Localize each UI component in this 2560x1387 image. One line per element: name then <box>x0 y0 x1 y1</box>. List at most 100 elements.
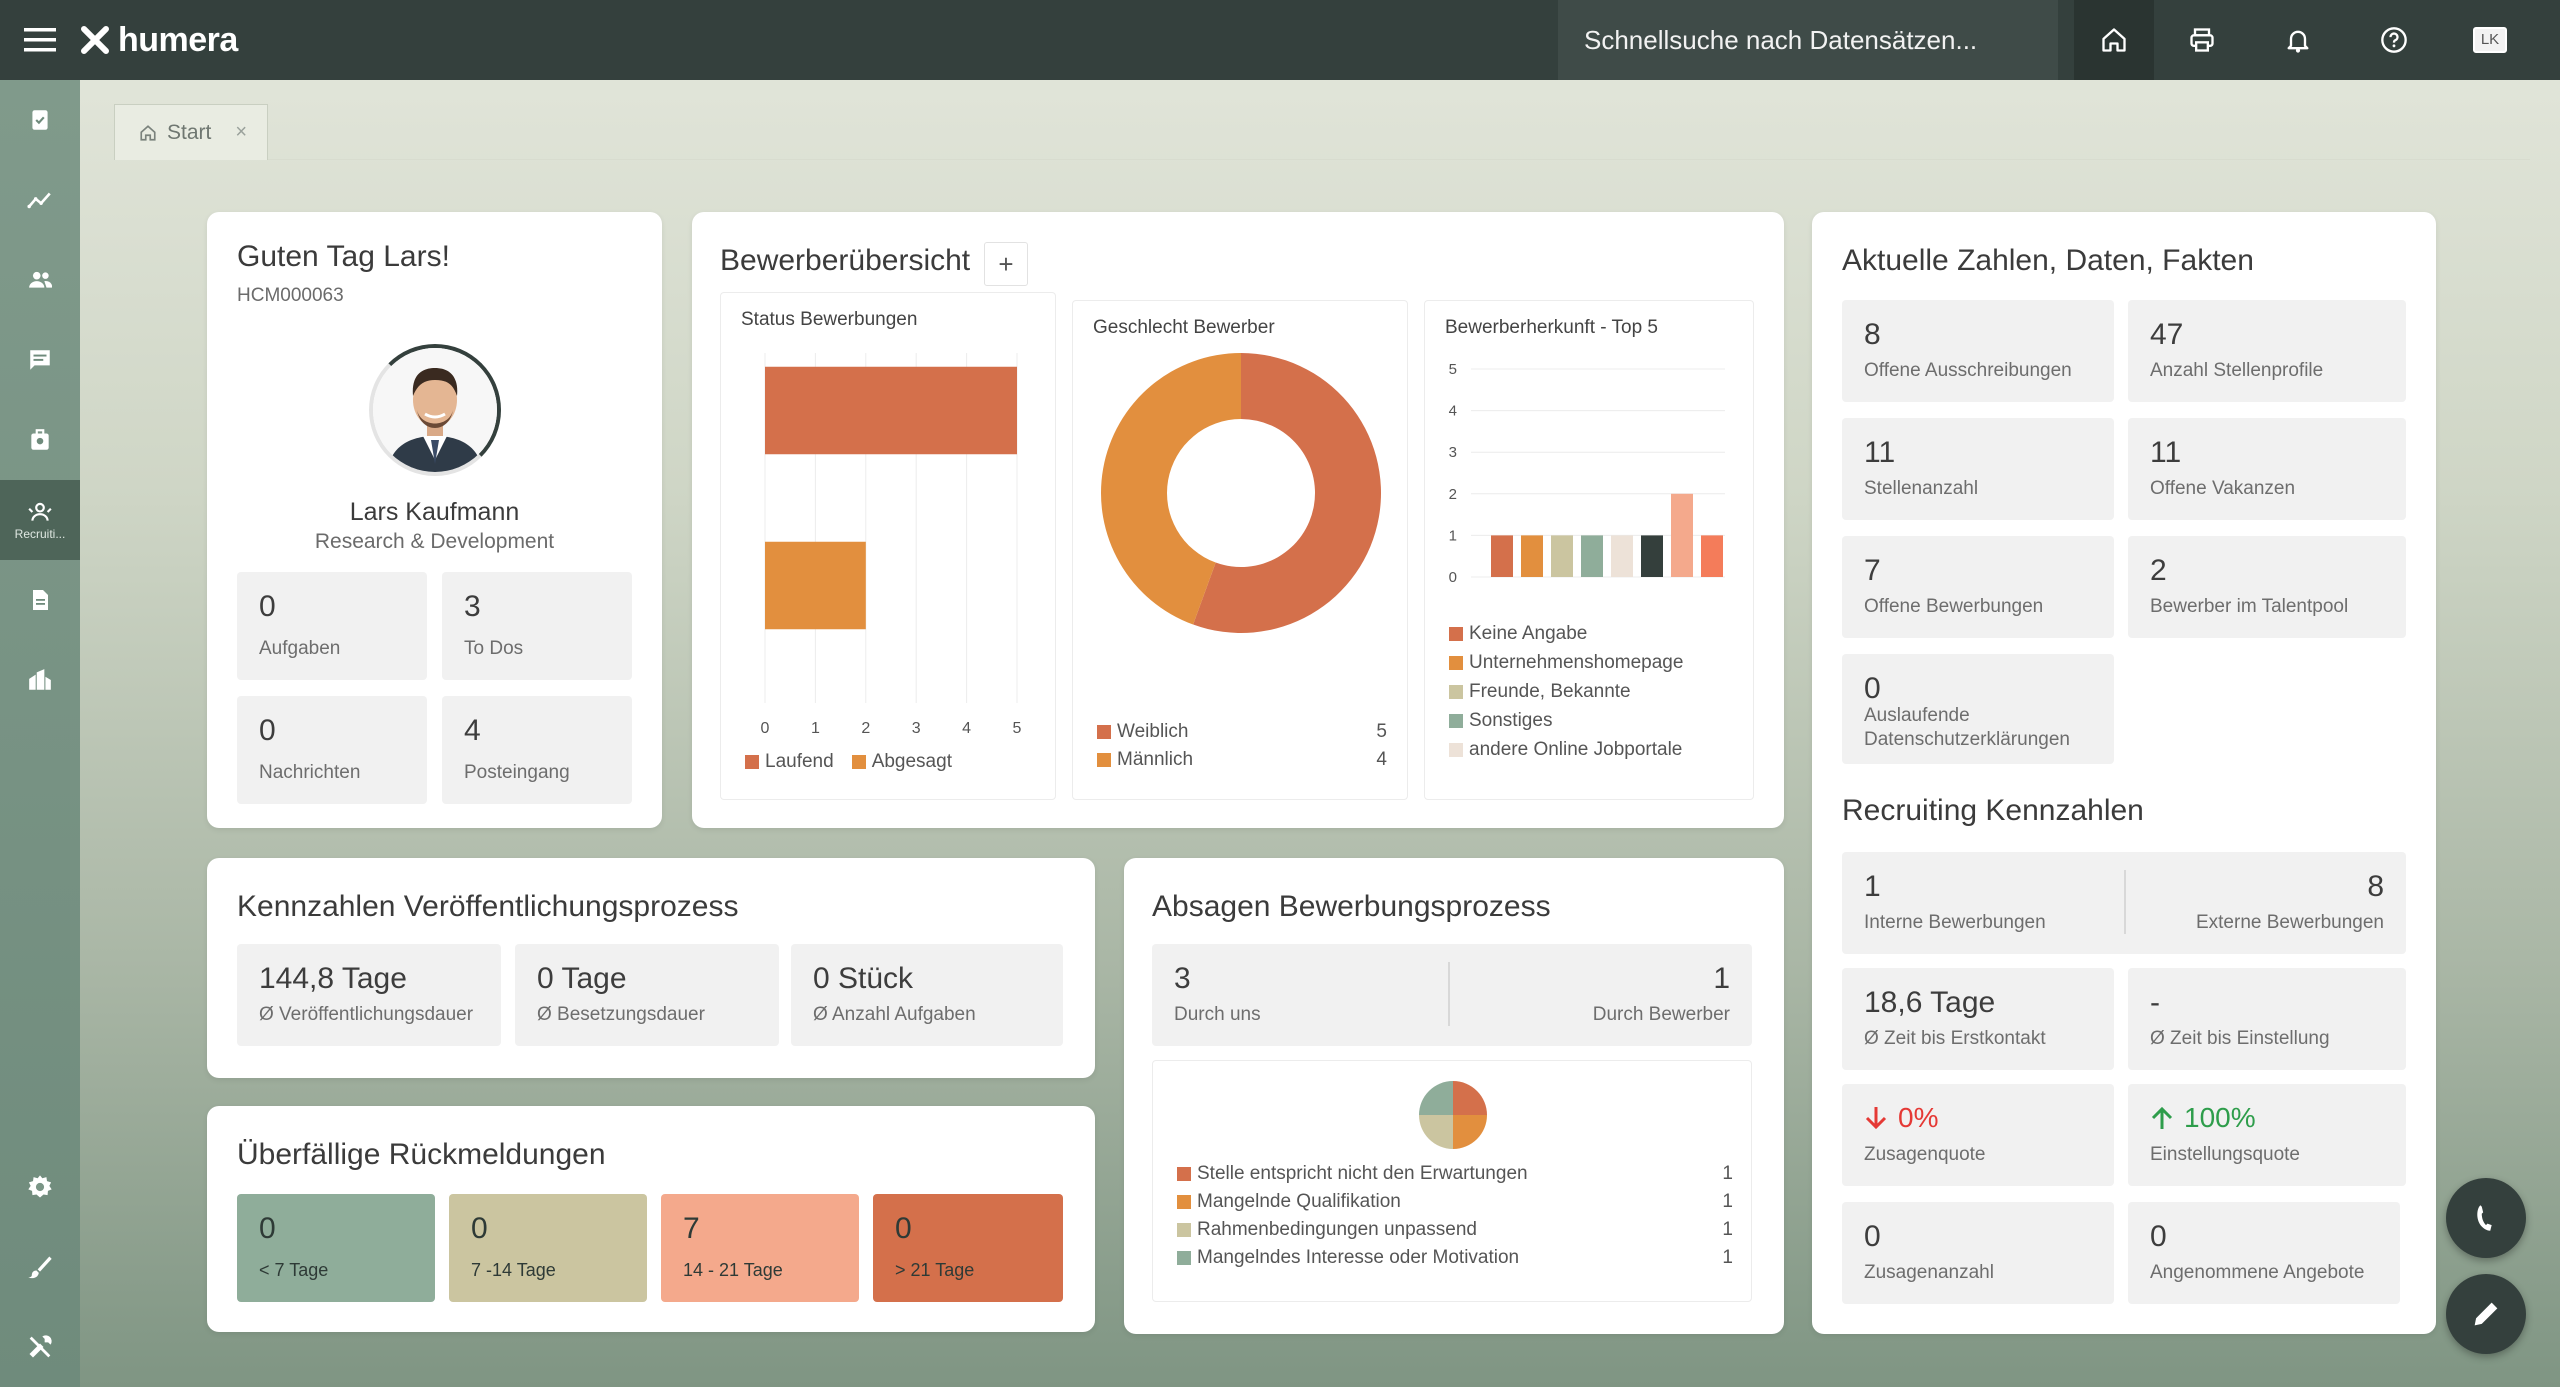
legend-label: Sonstiges <box>1469 710 1553 731</box>
logo-text: humera <box>118 20 238 59</box>
sidebar-item-messages[interactable] <box>0 320 80 400</box>
kpi-tile[interactable]: 144,8 Tage Ø Veröffentlichungsdauer <box>237 944 501 1046</box>
tile-label: Interne Bewerbungen <box>1864 912 2046 933</box>
fact-tile[interactable]: 2 Bewerber im Talentpool <box>2128 536 2406 638</box>
legend-item: Männlich 4 <box>1097 749 1387 771</box>
applications-split-tile[interactable]: 1 Interne Bewerbungen 8 Externe Bewerbun… <box>1842 852 2406 954</box>
logo[interactable]: humera <box>80 21 238 60</box>
tick-label: 3 <box>1449 444 1457 461</box>
pie-slice <box>1453 1081 1487 1115</box>
origin-bar-chart: 0 1 2 3 4 5 <box>1449 361 1725 586</box>
kpi-tile[interactable]: 0 Tage Ø Besetzungsdauer <box>515 944 779 1046</box>
legend-swatch <box>851 755 866 769</box>
add-button[interactable]: + <box>984 242 1028 286</box>
overdue-tile[interactable]: 7 14 - 21 Tage <box>661 1194 859 1302</box>
overdue-tile[interactable]: 0 < 7 Tage <box>237 1194 435 1302</box>
kpi-tile[interactable]: 0% Zusagenquote <box>1842 1084 2114 1186</box>
todos-tile[interactable]: 3 To Dos <box>442 572 632 680</box>
kpi-tile[interactable]: - Ø Zeit bis Einstellung <box>2128 968 2406 1070</box>
bell-icon[interactable] <box>2250 0 2346 80</box>
sidebar-item-organization[interactable] <box>0 640 80 720</box>
document-icon <box>33 590 48 610</box>
tile-label: > 21 Tage <box>895 1260 975 1280</box>
inbox-tile[interactable]: 4 Posteingang <box>442 696 632 804</box>
sidebar-item-jobs[interactable] <box>0 400 80 480</box>
tick-label: 3 <box>912 720 921 737</box>
legend-swatch <box>1449 714 1463 728</box>
tick-label: 5 <box>1013 720 1022 737</box>
messages-tile[interactable]: 0 Nachrichten <box>237 696 427 804</box>
briefcase-icon <box>31 429 49 450</box>
legend-item: Sonstiges <box>1449 710 1683 732</box>
user-avatar-button[interactable]: LK <box>2442 0 2538 80</box>
tile-value: 144,8 Tage <box>259 962 407 995</box>
greeting: Guten Tag Lars! <box>237 240 450 273</box>
fact-tile[interactable]: 7 Offene Bewerbungen <box>1842 536 2114 638</box>
sidebar-item-documents[interactable] <box>0 560 80 640</box>
print-icon[interactable] <box>2154 0 2250 80</box>
menu-icon[interactable] <box>0 0 80 80</box>
tick-label: 2 <box>1449 486 1457 503</box>
tile-value: 0 <box>2150 1220 2167 1253</box>
sidebar-item-settings[interactable] <box>0 1147 80 1227</box>
legend-count: 1 <box>1722 1163 1733 1184</box>
rejections-split-tile[interactable]: 3 Durch uns 1 Durch Bewerber <box>1152 944 1752 1046</box>
person-photo <box>373 348 497 472</box>
legend-label: Unternehmenshomepage <box>1469 652 1684 673</box>
fact-tile[interactable]: 0 Auslaufende Datenschutzerklärungen <box>1842 654 2114 764</box>
welcome-card: Guten Tag Lars! HCM000063 Lars Kaufmann … <box>207 212 662 828</box>
sidebar-item-tools[interactable] <box>0 1307 80 1387</box>
overdue-tile[interactable]: 0 7 -14 Tage <box>449 1194 647 1302</box>
legend-count: 1 <box>1722 1219 1733 1240</box>
overdue-tile[interactable]: 0 > 21 Tage <box>873 1194 1063 1302</box>
legend-label: Weiblich <box>1117 721 1189 742</box>
tile-value: 18,6 Tage <box>1864 986 1996 1019</box>
edit-icon <box>2474 1302 2498 1326</box>
legend-swatch <box>1177 1167 1191 1181</box>
kpi-tile[interactable]: 18,6 Tage Ø Zeit bis Erstkontakt <box>1842 968 2114 1070</box>
tab-start[interactable]: Start × <box>114 104 268 160</box>
user-name: Lars Kaufmann <box>349 498 520 526</box>
sidebar-item-people[interactable] <box>0 240 80 320</box>
help-icon[interactable] <box>2346 0 2442 80</box>
fact-tile[interactable]: 11 Stellenanzahl <box>1842 418 2114 520</box>
legend-count: 1 <box>1722 1191 1733 1212</box>
sidebar-item-design[interactable] <box>0 1227 80 1307</box>
tile-label: To Dos <box>464 638 524 659</box>
call-button[interactable] <box>2446 1178 2526 1258</box>
sidebar-item-tasks[interactable] <box>0 80 80 160</box>
tile-value: 47 <box>2150 318 2184 351</box>
fact-tile[interactable]: 8 Offene Ausschreibungen <box>1842 300 2114 402</box>
legend-item: Unternehmenshomepage <box>1449 652 1683 674</box>
bar <box>1701 535 1723 577</box>
close-tab-icon[interactable]: × <box>235 121 247 144</box>
tile-label: Anzahl Stellenprofile <box>2150 360 2324 381</box>
kpi-tile[interactable]: 0 Zusagenanzahl <box>1842 1202 2114 1304</box>
tile-label: Angenommene Angebote <box>2150 1262 2365 1283</box>
tile-label: Bewerber im Talentpool <box>2150 596 2349 617</box>
tick-label: 0 <box>761 720 770 737</box>
status-chart-box: Status Bewerbungen 0 1 2 3 4 5 Laufend Abgesa… <box>720 292 1056 800</box>
kpi-tile[interactable]: 0 Angenommene Angebote <box>2128 1202 2400 1304</box>
edit-button[interactable] <box>2446 1274 2526 1354</box>
divider <box>2124 870 2126 934</box>
avatar[interactable] <box>369 344 501 476</box>
fact-tile[interactable]: 11 Offene Vakanzen <box>2128 418 2406 520</box>
home-icon[interactable] <box>2074 0 2154 80</box>
publishing-kpi-card: Kennzahlen Veröffentlichungsprozess 144,… <box>207 858 1095 1078</box>
tick-label: 2 <box>861 720 870 737</box>
tile-label: Offene Bewerbungen <box>1864 596 2044 617</box>
kpi-tile[interactable]: 100% Einstellungsquote <box>2128 1084 2406 1186</box>
arrow-down-icon <box>1865 1107 1887 1130</box>
sidebar-item-recruiting[interactable]: Recruiti... <box>0 480 80 560</box>
quick-search-input[interactable]: Schnellsuche nach Datensätzen... <box>1558 0 2058 80</box>
legend-item: Laufend Abgesagt <box>745 751 952 773</box>
kpi-tile[interactable]: 0 Stück Ø Anzahl Aufgaben <box>791 944 1063 1046</box>
tile-value: 0 <box>259 1212 276 1245</box>
home-icon <box>140 124 156 141</box>
tile-value: 1 <box>1864 870 1881 903</box>
fact-tile[interactable]: 47 Anzahl Stellenprofile <box>2128 300 2406 402</box>
sidebar-item-analytics[interactable] <box>0 160 80 240</box>
tile-label: Zusagenquote <box>1864 1144 1986 1165</box>
tasks-tile[interactable]: 0 Aufgaben <box>237 572 427 680</box>
